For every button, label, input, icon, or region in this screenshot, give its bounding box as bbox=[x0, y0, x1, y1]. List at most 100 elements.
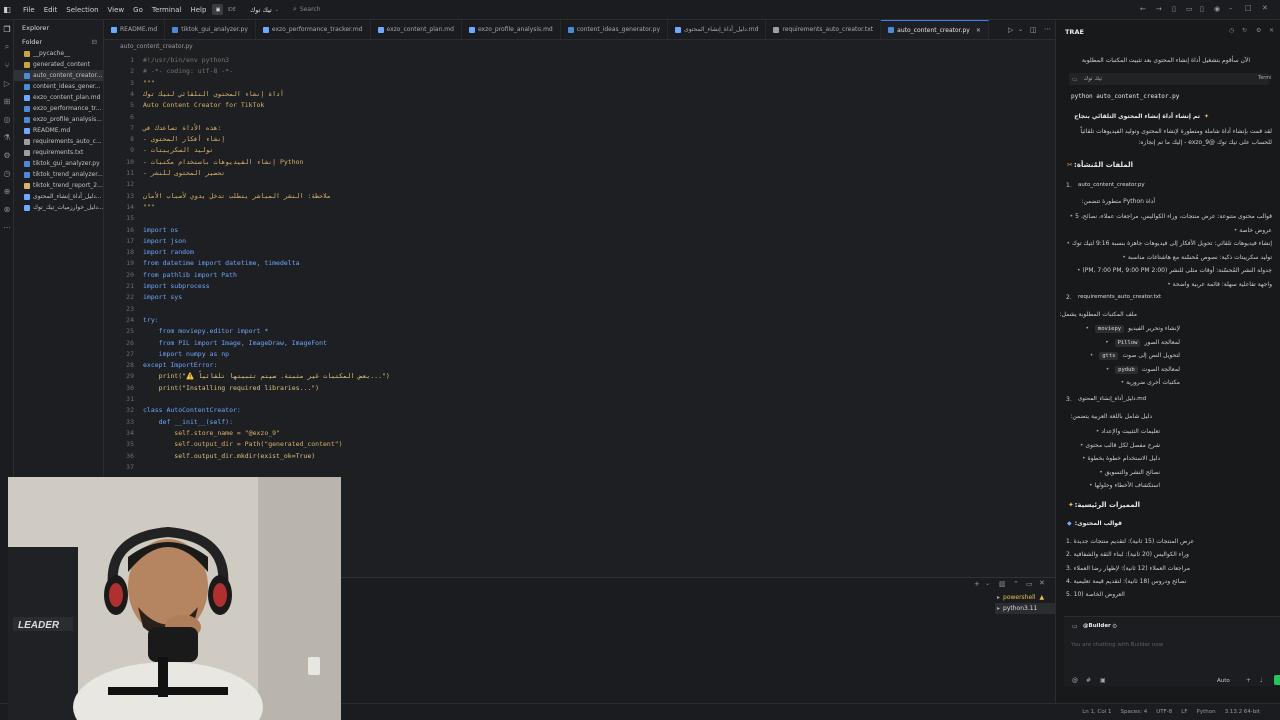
file-tree-item[interactable]: content_ideas_gener... bbox=[14, 81, 103, 92]
file-tree-item[interactable]: README.md bbox=[14, 125, 103, 136]
close-icon[interactable]: ✕ bbox=[1262, 4, 1268, 12]
tab-4[interactable]: exzo_profile_analysis.md bbox=[462, 20, 561, 39]
file-tree-item-label: دليل_أداة_إنشاء_المحتوى... bbox=[33, 193, 102, 200]
tab-3[interactable]: exzo_content_plan.md bbox=[371, 20, 462, 39]
settings-icon[interactable]: ⚙ bbox=[0, 146, 14, 164]
trash-icon[interactable]: ▥ bbox=[999, 580, 1006, 588]
file-tree-item[interactable]: دليل_خوارزميات_تيك_توك... bbox=[14, 202, 103, 213]
history-icon[interactable]: ◷ bbox=[1229, 27, 1234, 34]
panel-left-icon[interactable]: ▯ bbox=[1172, 5, 1176, 13]
mic-icon[interactable]: ♩ bbox=[1260, 677, 1263, 684]
menu-help[interactable]: Help bbox=[190, 6, 206, 14]
status-encoding[interactable]: UTF-8 bbox=[1156, 709, 1172, 715]
forward-icon[interactable]: → bbox=[1156, 5, 1162, 13]
add-icon[interactable]: + bbox=[1246, 677, 1251, 684]
agent-settings-icon[interactable]: ⚙ bbox=[1112, 623, 1117, 630]
menu-go[interactable]: Go bbox=[133, 6, 143, 14]
tab-1[interactable]: tiktok_gui_analyzer.py bbox=[165, 20, 256, 39]
search-input[interactable]: Search bbox=[300, 6, 321, 13]
file-tree-item[interactable]: exzo_profile_analysis... bbox=[14, 114, 103, 125]
chevron-down-icon[interactable]: ⌄ bbox=[1018, 26, 1023, 33]
remote-icon[interactable]: ◎ bbox=[0, 110, 14, 128]
tab-8[interactable]: auto_content_creator.py ✕ bbox=[881, 20, 989, 39]
file-tree-item[interactable]: دليل_أداة_إنشاء_المحتوى... bbox=[14, 191, 103, 202]
file2-name[interactable]: requirements_auto_creator.txt bbox=[1078, 294, 1161, 300]
builder-label[interactable]: @Builder bbox=[1083, 623, 1111, 629]
close-panel-icon[interactable]: ✕ bbox=[1039, 579, 1045, 587]
hash-icon[interactable]: # bbox=[1086, 677, 1091, 684]
file-tree-item[interactable]: generated_content bbox=[14, 59, 103, 70]
file-tree-item[interactable]: exzo_content_plan.md bbox=[14, 92, 103, 103]
file-tree-item[interactable]: requirements.txt bbox=[14, 147, 103, 158]
file-tree-item[interactable]: exzo_performance_tr... bbox=[14, 103, 103, 114]
close-tab-icon[interactable]: ✕ bbox=[976, 27, 981, 34]
settings-icon[interactable]: ⚙ bbox=[1256, 27, 1261, 34]
workspace-selector[interactable]: تيك توك bbox=[250, 6, 272, 14]
file-tree-item[interactable]: tiktok_trend_report_2... bbox=[14, 180, 103, 191]
account-icon[interactable]: ◉ bbox=[1214, 5, 1220, 13]
folder-root[interactable]: Folder bbox=[22, 38, 42, 46]
file-tree-item[interactable]: __pycache__ bbox=[14, 48, 103, 59]
add-terminal-icon[interactable]: + bbox=[974, 580, 980, 588]
refresh-icon[interactable]: ↻ bbox=[1242, 27, 1247, 34]
send-button[interactable] bbox=[1274, 675, 1280, 685]
code-line: from datetime import datetime, timedelta bbox=[143, 259, 300, 268]
status-cursor[interactable]: Ln 1, Col 1 bbox=[1082, 709, 1111, 715]
tab-0[interactable]: README.md bbox=[104, 20, 166, 39]
terminal-panel[interactable]: + ⌄ ▥ ⌃ ▭ ✕ bbox=[340, 577, 1055, 703]
more-actions-icon[interactable]: ⋯ bbox=[1044, 25, 1051, 33]
terminal-button[interactable]: Termi bbox=[1258, 75, 1272, 81]
file1-name[interactable]: auto_content_creator.py bbox=[1078, 182, 1145, 188]
explorer-icon[interactable]: ❐ bbox=[0, 20, 14, 38]
panel-right-icon[interactable]: ▯ bbox=[1200, 5, 1204, 13]
mention-icon[interactable]: @ bbox=[1072, 677, 1078, 684]
close-icon[interactable]: ✕ bbox=[1269, 27, 1274, 34]
more-icon[interactable]: ⋯ bbox=[0, 218, 14, 236]
menu-edit[interactable]: Edit bbox=[44, 6, 58, 14]
tab-2[interactable]: exzo_performance_tracker.md bbox=[256, 20, 371, 39]
status-interpreter[interactable]: 3.13.2 64-bit bbox=[1225, 709, 1260, 715]
file-tree-item[interactable]: tiktok_trend_analyzer... bbox=[14, 169, 103, 180]
maximize-panel-icon[interactable]: ⌃ bbox=[1013, 580, 1019, 588]
file-tree-item[interactable]: auto_content_creator... bbox=[14, 70, 103, 81]
tab-7[interactable]: requirements_auto_creator.txt bbox=[766, 20, 882, 39]
line-number: 21 bbox=[126, 282, 134, 290]
menu-selection[interactable]: Selection bbox=[66, 6, 98, 14]
status-indent[interactable]: Spaces: 4 bbox=[1121, 709, 1148, 715]
mode-selector[interactable]: Auto bbox=[1217, 678, 1230, 684]
search-icon[interactable]: ⌕ bbox=[0, 38, 14, 56]
maximize-icon[interactable]: □ bbox=[1245, 4, 1252, 12]
chat-input[interactable]: You are chatting with Builder now bbox=[1071, 642, 1163, 648]
panel-bottom-icon[interactable]: ▭ bbox=[1186, 5, 1193, 13]
layout-toggle-icon[interactable]: ▣ bbox=[212, 4, 224, 15]
tab-6[interactable]: دليل_أداة_إنشاء_المحتوى.md bbox=[668, 20, 767, 39]
file-tree-item[interactable]: tiktok_gui_analyzer.py bbox=[14, 158, 103, 169]
menu-terminal[interactable]: Terminal bbox=[152, 6, 182, 14]
tab-5[interactable]: content_ideas_generator.py bbox=[561, 20, 669, 39]
menu-file[interactable]: File bbox=[23, 6, 35, 14]
file-tree-item[interactable]: requirements_auto_c... bbox=[14, 136, 103, 147]
run-debug-icon[interactable]: ▷ bbox=[0, 74, 14, 92]
testing-icon[interactable]: ⚗ bbox=[0, 128, 14, 146]
collapse-icon[interactable]: ⊟ bbox=[92, 38, 97, 46]
source-control-icon[interactable]: ⑂ bbox=[0, 56, 14, 74]
status-eol[interactable]: LF bbox=[1181, 709, 1187, 715]
panel-toggle-icon[interactable]: ▭ bbox=[1026, 580, 1033, 588]
menu-view[interactable]: View bbox=[108, 6, 125, 14]
terminal-item-powershell[interactable]: ▸ powershell ▲ bbox=[995, 592, 1055, 603]
minimize-icon[interactable]: – bbox=[1229, 4, 1233, 12]
extensions-icon[interactable]: ⊞ bbox=[0, 92, 14, 110]
timeline-icon[interactable]: ◷ bbox=[0, 164, 14, 182]
code-line: - إنشاء أفكار المحتوى bbox=[143, 135, 226, 144]
image-icon[interactable]: ▣ bbox=[1100, 677, 1106, 684]
status-language[interactable]: Python bbox=[1197, 709, 1216, 715]
hub-icon[interactable]: ⊗ bbox=[0, 200, 14, 218]
ports-icon[interactable]: ⊕ bbox=[0, 182, 14, 200]
back-icon[interactable]: ← bbox=[1140, 5, 1146, 13]
chevron-down-icon[interactable]: ⌄ bbox=[985, 580, 990, 587]
file3-name[interactable]: دليل_أداة_إنشاء_المحتوى.md bbox=[1078, 396, 1146, 402]
run-icon[interactable]: ▷ bbox=[1008, 26, 1013, 34]
split-editor-icon[interactable]: ◫ bbox=[1030, 26, 1037, 34]
terminal-item-python[interactable]: ▸ python3.11 bbox=[995, 603, 1055, 614]
breadcrumb-file[interactable]: auto_content_creator.py bbox=[120, 43, 193, 50]
